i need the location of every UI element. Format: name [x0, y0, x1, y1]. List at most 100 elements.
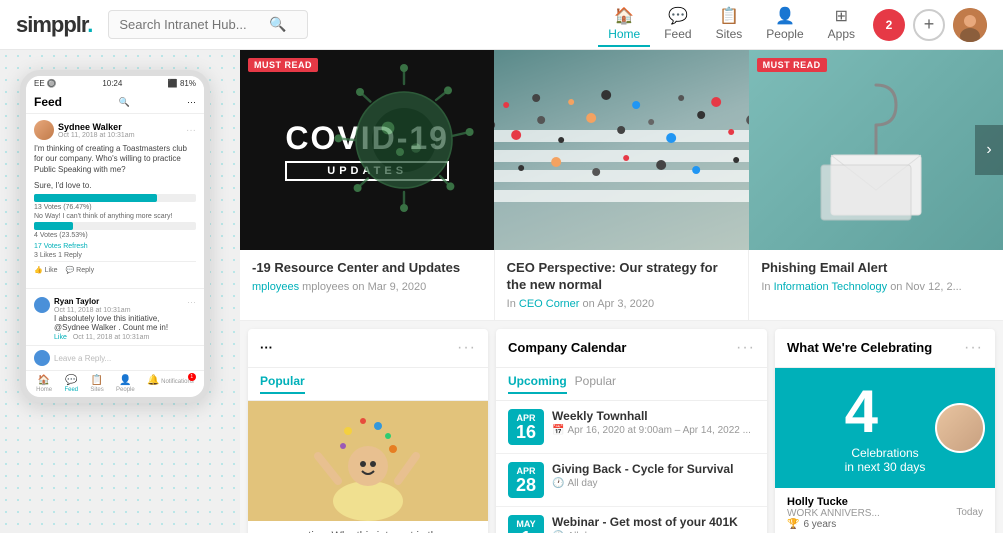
feed-icon: 💬 [668, 6, 688, 26]
calendar-event-1[interactable]: APR 16 Weekly Townhall 📅 Apr 16, 2020 at… [496, 401, 767, 454]
left-panel: EE 🔘 10:24 ⬛ 81% Feed 🔍 ··· Sydnee Walke… [0, 50, 240, 533]
poll-text-2: No Way! I can't think of anything more s… [34, 213, 196, 220]
poll-bar-1 [34, 194, 157, 202]
today-label: Today [956, 507, 983, 518]
calendar-card: Company Calendar ··· Upcoming Popular AP… [496, 329, 767, 533]
phone-nav-sites[interactable]: 📋 Sites [90, 375, 103, 393]
phone-comment-like[interactable]: Like [54, 334, 67, 341]
search-bar[interactable]: 🔍 [108, 10, 308, 39]
phone-comment-content: Ryan Taylor ··· Oct 11, 2018 at 10:31am … [54, 297, 196, 341]
sites-icon: 📋 [719, 6, 739, 26]
phone-bottom-nav: 🏠 Home 💬 Feed 📋 Sites 👤 People 🔔 [26, 370, 204, 397]
phone-post-1: Sydnee Walker Oct 11, 2018 at 10:31am ··… [26, 114, 204, 284]
event-details-2: Giving Back - Cycle for Survival 🕐 All d… [552, 462, 755, 489]
perspective-tab-popular[interactable]: Popular [260, 374, 305, 394]
calendar-menu[interactable]: ··· [736, 339, 755, 357]
phone-like-action[interactable]: 👍 Like [34, 266, 58, 274]
celebrating-card: What We're Celebrating ··· 4 Celebration… [775, 329, 995, 533]
calendar-title: Company Calendar [508, 340, 626, 355]
logo[interactable]: simpplr. [16, 12, 92, 38]
perspective-illustration [248, 401, 488, 521]
celebrating-footer: Holly Tucke WORK ANNIVERS... 🏆 6 years T… [775, 488, 995, 533]
phishing-background [749, 50, 1003, 250]
notification-badge[interactable]: 2 [873, 9, 905, 41]
phone-nav-feed[interactable]: 💬 Feed [64, 375, 78, 393]
calendar-tab-upcoming[interactable]: Upcoming [508, 374, 567, 394]
poll-bar-2 [34, 222, 73, 230]
hero-slide-phishing[interactable]: MUST READ › [749, 50, 1003, 250]
phone-comment-menu[interactable]: ··· [187, 297, 196, 307]
celebrating-person [935, 403, 985, 453]
caption-2-category[interactable]: CEO Corner [519, 298, 580, 310]
main-nav: 🏠 Home 💬 Feed 📋 Sites 👤 People ⊞ Apps [598, 2, 865, 47]
event-title-2: Giving Back - Cycle for Survival [552, 462, 755, 476]
caption-3-title: Phishing Email Alert [761, 260, 991, 277]
caption-2-title: CEO Perspective: Our strategy for the ne… [507, 260, 737, 294]
caption-1-meta: mployees mployees on Mar 9, 2020 [252, 281, 482, 293]
nav-people[interactable]: 👤 People [756, 2, 813, 47]
phone-post-menu[interactable]: ··· [186, 125, 196, 136]
caption-3-meta: In Information Technology on Nov 12, 2..… [761, 281, 991, 293]
phone-header: Feed 🔍 ··· [26, 91, 204, 114]
phone-status-bar: EE 🔘 10:24 ⬛ 81% [26, 76, 204, 91]
caption-3-category[interactable]: Information Technology [774, 281, 888, 293]
phone-reply-action[interactable]: 💬 Reply [66, 266, 95, 274]
calendar-event-2[interactable]: APR 28 Giving Back - Cycle for Survival … [496, 454, 767, 507]
must-read-badge-3: MUST READ [757, 58, 827, 72]
caption-1-link[interactable]: mployees [252, 281, 299, 293]
main-content: EE 🔘 10:24 ⬛ 81% Feed 🔍 ··· Sydnee Walke… [0, 50, 1003, 533]
calendar-tab-popular[interactable]: Popular [575, 374, 616, 394]
phone-comment-avatar [34, 297, 50, 313]
app-header: simpplr. 🔍 🏠 Home 💬 Feed 📋 Sites 👤 Peopl… [0, 0, 1003, 50]
nav-feed[interactable]: 💬 Feed [654, 2, 701, 47]
hero-caption-2[interactable]: CEO Perspective: Our strategy for the ne… [495, 250, 750, 320]
phone-home-icon: 🏠 [38, 375, 50, 386]
add-button[interactable]: + [913, 9, 945, 41]
nav-home[interactable]: 🏠 Home [598, 2, 650, 47]
hero-carousel: MUST READ COVID-19 UPDATES [240, 50, 1003, 250]
calendar-event-3[interactable]: MAY 1 Webinar - Get most of your 401K 🕐 … [496, 507, 767, 533]
nav-sites[interactable]: 📋 Sites [706, 2, 753, 47]
phone-feed-icon: 💬 [65, 375, 77, 386]
must-read-badge-1: MUST READ [248, 58, 318, 72]
hero-slide-covid[interactable]: MUST READ COVID-19 UPDATES [240, 50, 494, 250]
celebrating-body: 4 Celebrationsin next 30 days [775, 368, 995, 488]
phone-search-icon[interactable]: 🔍 [119, 97, 130, 108]
hero-slide-ceo[interactable] [494, 50, 748, 250]
nav-apps[interactable]: ⊞ Apps [818, 2, 865, 47]
poll-label-2: 4 Votes (23.53%) [34, 232, 196, 239]
notification-dot: 1 [188, 373, 196, 381]
phone-time: 10:24 [102, 79, 122, 88]
hero-caption-3[interactable]: Phishing Email Alert In Information Tech… [749, 250, 1003, 320]
event-details-1: Weekly Townhall 📅 Apr 16, 2020 at 9:00am… [552, 409, 755, 436]
phone-nav-notifications[interactable]: 🔔 1 Notifications [147, 375, 194, 393]
phone-reply-placeholder: Leave a Reply... [54, 354, 111, 363]
user-avatar[interactable] [953, 8, 987, 42]
person-name: Holly Tucke [787, 496, 880, 508]
perspective-menu[interactable]: ··· [457, 339, 476, 357]
perspective-card: ··· ··· Popular [248, 329, 488, 533]
phone-post-reply-text: Sure, I'd love to. [34, 181, 196, 190]
poll-votes-info[interactable]: 17 Votes Refresh [34, 243, 196, 250]
phone-post-author-info: Sydnee Walker Oct 11, 2018 at 10:31am [58, 122, 135, 139]
phone-nav-people[interactable]: 👤 People [116, 375, 135, 393]
phone-mockup: EE 🔘 10:24 ⬛ 81% Feed 🔍 ··· Sydnee Walke… [20, 70, 210, 403]
event-badge-2: APR 28 [508, 462, 544, 498]
hero-caption-1[interactable]: -19 Resource Center and Updates mployees… [240, 250, 495, 320]
phone-nav-home[interactable]: 🏠 Home [36, 375, 52, 393]
perspective-tabs: Popular [248, 368, 488, 401]
phone-post-header: Sydnee Walker Oct 11, 2018 at 10:31am ··… [34, 120, 196, 140]
people-icon: 👤 [775, 6, 795, 26]
carousel-next-button[interactable]: › [975, 125, 1003, 175]
anniversary-badge: 🏆 6 years [787, 519, 880, 530]
poll-bar-1-bg [34, 194, 196, 202]
celebrating-label: Celebrationsin next 30 days [845, 446, 926, 474]
celebrating-menu[interactable]: ··· [964, 339, 983, 357]
phone-comment-actions: Like Oct 11, 2018 at 10:31am [54, 334, 196, 341]
caption-1-title: -19 Resource Center and Updates [252, 260, 482, 277]
hero-captions: -19 Resource Center and Updates mployees… [240, 250, 1003, 321]
phone-leave-reply[interactable]: Leave a Reply... [26, 345, 204, 370]
apps-icon: ⊞ [835, 6, 848, 26]
search-input[interactable] [119, 17, 269, 32]
calendar-tabs: Upcoming Popular [496, 368, 767, 401]
